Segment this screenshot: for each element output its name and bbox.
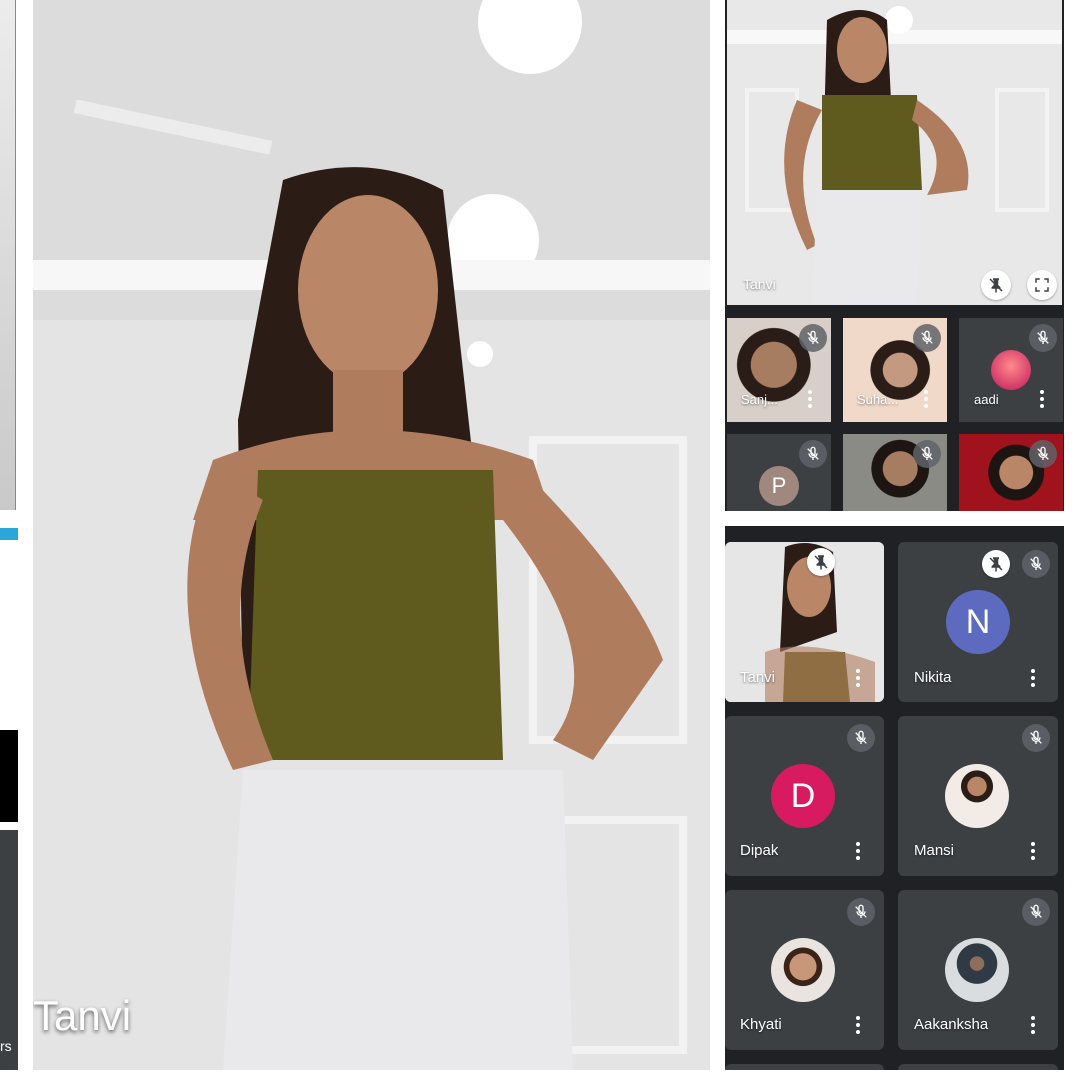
grid-tile-aakanksha[interactable]: Aakanksha	[898, 890, 1058, 1050]
grid-tile-tanvi[interactable]: Tanvi	[725, 542, 884, 702]
participant-name: Tanvi	[740, 669, 776, 686]
mute-indicator	[799, 324, 827, 352]
participant-name: Suha...	[857, 392, 899, 407]
mic-off-icon	[921, 446, 933, 460]
thumb-tile-suha[interactable]: Suha...	[843, 318, 947, 422]
avatar-letter-p: P	[759, 466, 799, 506]
participant-name: Khyati	[740, 1016, 782, 1033]
participant-name: Nikita	[914, 669, 952, 686]
mic-off-icon	[855, 904, 867, 918]
mute-indicator	[1022, 724, 1050, 752]
mic-off-icon	[1037, 330, 1049, 344]
mic-off-icon	[1030, 556, 1042, 570]
avatar-photo	[771, 938, 835, 1002]
more-options-button[interactable]	[855, 842, 861, 860]
left-strip-tiles	[0, 830, 18, 1070]
speaker-video-frame	[33, 0, 710, 1070]
left-strip-partial-label: rs	[0, 1038, 12, 1054]
unpin-icon	[814, 555, 828, 570]
bottom-meet-panel: Tanvi N Nikita D Dipak Mansi Khyati Aaka	[725, 526, 1064, 1070]
left-strip-black-tile	[0, 730, 18, 822]
mute-indicator	[847, 724, 875, 752]
participant-name: Sanj...	[741, 392, 778, 407]
left-panel-strip: rs	[0, 0, 18, 1080]
mute-indicator	[1029, 440, 1057, 468]
mic-off-icon	[1030, 904, 1042, 918]
mute-indicator	[1029, 324, 1057, 352]
mute-indicator	[847, 898, 875, 926]
mic-off-icon	[1037, 446, 1049, 460]
fullscreen-icon	[1035, 278, 1049, 292]
spotlight-video-frame	[727, 0, 1062, 305]
mute-indicator	[913, 324, 941, 352]
more-options-button[interactable]	[855, 669, 861, 687]
thumb-tile-aadi[interactable]: aadi	[959, 318, 1063, 422]
avatar-letter-n: N	[946, 590, 1010, 654]
unpin-button[interactable]	[981, 270, 1011, 300]
avatar-photo	[991, 350, 1031, 390]
mute-indicator	[799, 440, 827, 468]
thumb-tile-video-5[interactable]	[843, 434, 947, 511]
more-options-button[interactable]	[855, 1016, 861, 1034]
left-strip-blue-edge	[0, 528, 18, 540]
mic-off-icon	[1030, 730, 1042, 744]
grid-tile-cropped	[898, 1064, 1058, 1070]
more-options-button[interactable]	[923, 390, 929, 408]
more-options-button[interactable]	[1039, 390, 1045, 408]
mute-indicator	[1022, 898, 1050, 926]
grid-tile-dipak[interactable]: D Dipak	[725, 716, 884, 876]
spotlight-tile[interactable]: Tanvi	[727, 0, 1062, 305]
more-options-button[interactable]	[1030, 669, 1036, 687]
grid-tile-khyati[interactable]: Khyati	[725, 890, 884, 1050]
mute-indicator	[1022, 550, 1050, 578]
more-options-button[interactable]	[1030, 842, 1036, 860]
avatar-photo	[945, 938, 1009, 1002]
participant-name: Mansi	[914, 842, 955, 859]
participant-name: aadi	[974, 392, 999, 407]
more-options-button[interactable]	[807, 390, 813, 408]
thumb-tile-sanj[interactable]: Sanj...	[727, 318, 831, 422]
left-strip-video-top	[0, 0, 16, 510]
mic-off-icon	[921, 330, 933, 344]
top-meet-panel: Tanvi Sanj... Suha... aadi P	[725, 0, 1064, 511]
mic-off-icon	[807, 446, 819, 460]
grid-tile-mansi[interactable]: Mansi	[898, 716, 1058, 876]
spotlight-name: Tanvi	[743, 276, 776, 292]
avatar-letter-d: D	[771, 764, 835, 828]
unpin-icon	[989, 278, 1003, 293]
main-speaker-name: Tanvi	[33, 992, 132, 1039]
mute-indicator	[913, 440, 941, 468]
grid-tile-cropped	[725, 1064, 884, 1070]
mic-off-icon	[807, 330, 819, 344]
mic-off-icon	[855, 730, 867, 744]
unpin-button[interactable]	[982, 550, 1010, 578]
avatar-photo	[945, 764, 1009, 828]
thumb-tile-video-6[interactable]	[959, 434, 1063, 511]
thumb-tile-p[interactable]: P	[727, 434, 831, 511]
grid-tile-nikita[interactable]: N Nikita	[898, 542, 1058, 702]
more-options-button[interactable]	[1030, 1016, 1036, 1034]
unpin-button[interactable]	[807, 548, 835, 576]
unpin-icon	[989, 557, 1003, 572]
fullscreen-button[interactable]	[1027, 270, 1057, 300]
main-speaker-video[interactable]: Tanvi	[33, 0, 710, 1070]
participant-name: Dipak	[740, 842, 779, 859]
participant-name: Aakanksha	[914, 1016, 989, 1033]
